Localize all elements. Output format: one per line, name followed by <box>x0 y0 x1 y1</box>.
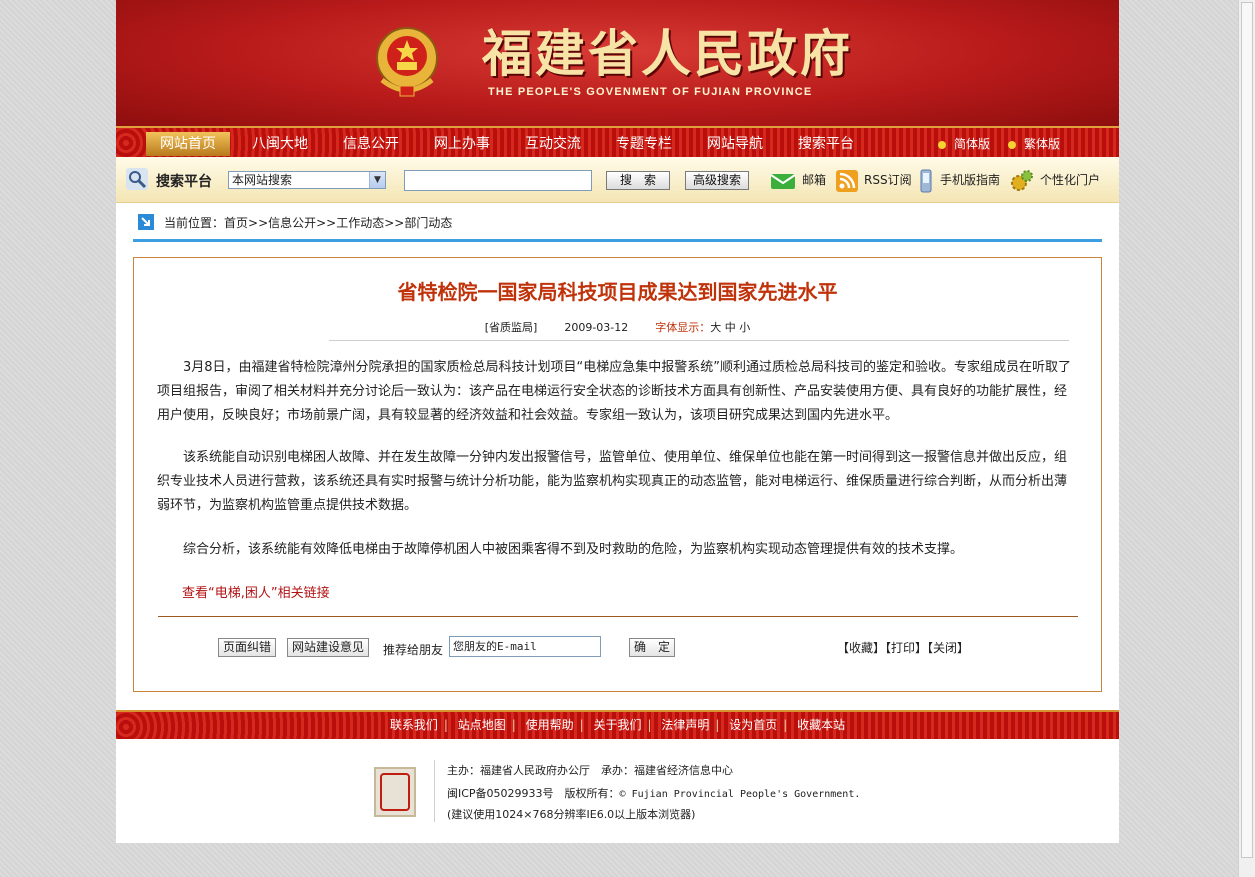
search-label: 搜索平台 <box>156 174 212 190</box>
email-field[interactable]: 您朋友的E-mail <box>449 636 601 657</box>
magnifier-icon <box>126 168 148 190</box>
article-box: 省特检院一国家局科技项目成果达到国家先进水平 [省质监局] 2009-03-12… <box>133 257 1102 692</box>
breadcrumb-label: 当前位置： <box>164 216 225 230</box>
lang-traditional-link[interactable]: 繁体版 <box>1008 132 1060 156</box>
footer-link-legal[interactable]: 法律声明 <box>661 718 709 732</box>
footer-link-contact[interactable]: 联系我们 <box>390 718 438 732</box>
search-button[interactable]: 搜 索 <box>606 171 670 190</box>
article-meta: [省质监局] 2009-03-12 字体显示：大 中 小 <box>134 319 1101 335</box>
advanced-search-button[interactable]: 高级搜索 <box>685 171 749 190</box>
footer-divider <box>434 760 435 822</box>
article-paragraph: 综合分析，该系统能有效降低电梯由于故障停机困人中被困乘客得不到及时救助的危险，为… <box>183 542 964 557</box>
font-size-small[interactable]: 小 <box>739 321 750 334</box>
article-divider <box>158 616 1078 617</box>
site-title: 福建省人民政府 <box>482 24 853 83</box>
mobile-guide-link[interactable]: 手机版指南 <box>918 168 1000 192</box>
search-input[interactable] <box>404 170 592 191</box>
mobile-guide-label: 手机版指南 <box>940 173 1001 187</box>
nav-item-home[interactable]: 网站首页 <box>146 132 230 156</box>
header-banner: 福建省人民政府 THE PEOPLE'S GOVENMENT OF FUJIAN… <box>116 0 1119 126</box>
rss-icon <box>836 169 858 192</box>
footer-icp: 闽ICP备05029933号 版权所有： <box>447 787 620 800</box>
nav-item-info[interactable]: 信息公开 <box>331 132 411 156</box>
footer-copyright-en: © Fujian Provincial People's Government. <box>619 789 861 800</box>
lang-traditional-label: 繁体版 <box>1024 137 1061 151</box>
nav-item-topics[interactable]: 专题专栏 <box>604 132 684 156</box>
confirm-button[interactable]: 确 定 <box>629 638 675 657</box>
breadcrumb: 当前位置：首页>>信息公开>>工作动态>>部门动态 <box>164 214 452 231</box>
article-date: 2009-03-12 <box>564 321 629 334</box>
related-link[interactable]: 查看“电梯,困人”相关链接 <box>182 582 330 601</box>
bullet-icon <box>1008 140 1016 149</box>
bullet-icon <box>938 140 946 149</box>
seal-border <box>380 773 410 811</box>
breadcrumb-divider <box>133 239 1102 242</box>
font-size-medium[interactable]: 中 <box>725 321 736 334</box>
footer-copyright: 闽ICP备05029933号 版权所有：© Fujian Provincial … <box>447 785 860 801</box>
page-container: 福建省人民政府 THE PEOPLE'S GOVENMENT OF FUJIAN… <box>116 0 1119 843</box>
portal-label: 个性化门户 <box>1040 173 1101 187</box>
site-subtitle: THE PEOPLE'S GOVENMENT OF FUJIAN PROVINC… <box>488 86 813 98</box>
footer-nav: 联系我们 | 站点地图 | 使用帮助 | 关于我们 | 法律声明 | 设为首页 | 收藏本站 <box>116 710 1119 739</box>
footer-link-bookmark[interactable]: 收藏本站 <box>797 718 845 732</box>
mail-link[interactable]: 邮箱 <box>770 168 826 192</box>
font-size-label: 字体显示： <box>655 321 711 334</box>
nav-item-online-service[interactable]: 网上办事 <box>422 132 502 156</box>
recommend-label: 推荐给朋友 <box>383 643 444 657</box>
rss-link[interactable]: RSS订阅 <box>836 168 912 192</box>
article-paragraph: 该系统能自动识别电梯困人故障、并在发生故障一分钟内发出报警信号，监管单位、使用单… <box>157 450 1068 513</box>
feedback-button[interactable]: 网站建设意见 <box>287 638 370 657</box>
page-error-button[interactable]: 页面纠错 <box>218 638 277 657</box>
footer-link-sitemap[interactable]: 站点地图 <box>458 718 506 732</box>
footer-link-homepage[interactable]: 设为首页 <box>729 718 777 732</box>
scrollbar-thumb[interactable] <box>1241 2 1253 858</box>
search-bar: 搜索平台 本网站搜索 ▼ 搜 索 高级搜索 邮箱 RSS订阅 手机版指南 个性化… <box>116 157 1119 203</box>
mobile-phone-icon <box>920 169 932 192</box>
arrow-icon <box>138 214 154 230</box>
footer-host: 主办：福建省人民政府办公厅 承办：福建省经济信息中心 <box>447 764 733 777</box>
meta-divider <box>329 340 1069 341</box>
main-nav: 网站首页 八闽大地 信息公开 网上办事 互动交流 专题专栏 网站导航 搜索平台 … <box>116 126 1119 157</box>
article-source: [省质监局] <box>484 321 538 334</box>
font-size-large[interactable]: 大 <box>710 321 721 334</box>
nav-item-sitemap[interactable]: 网站导航 <box>695 132 775 156</box>
article-actions[interactable]: 【收藏】【打印】【关闭】 <box>837 639 969 656</box>
footer-link-help[interactable]: 使用帮助 <box>526 718 574 732</box>
article-paragraph: 3月8日，由福建省特检院漳州分院承担的国家质检总局科技计划项目“电梯应急集中报警… <box>157 360 1072 423</box>
breadcrumb-path[interactable]: 首页>>信息公开>>工作动态>>部门动态 <box>224 216 452 230</box>
chevron-down-icon[interactable]: ▼ <box>369 172 385 188</box>
nav-item-search[interactable]: 搜索平台 <box>786 132 866 156</box>
search-scope-value: 本网站搜索 <box>232 173 293 187</box>
article-title: 省特检院一国家局科技项目成果达到国家先进水平 <box>397 280 838 304</box>
fujian-seal-logo <box>374 767 416 817</box>
lang-simplified-link[interactable]: 简体版 <box>938 132 990 156</box>
footer-link-about[interactable]: 关于我们 <box>593 718 641 732</box>
lang-simplified-label: 简体版 <box>954 137 991 151</box>
mail-label: 邮箱 <box>802 173 827 187</box>
nav-item-interaction[interactable]: 互动交流 <box>513 132 593 156</box>
search-scope-select[interactable]: 本网站搜索 ▼ <box>228 171 386 189</box>
vertical-scrollbar[interactable] <box>1238 0 1255 877</box>
nav-item-bamin[interactable]: 八闽大地 <box>240 132 320 156</box>
national-emblem-icon <box>376 27 438 97</box>
mail-icon <box>770 173 796 189</box>
footer-browser-note: (建议使用1024×768分辨率IE6.0以上版本浏览器) <box>447 808 696 821</box>
portal-link[interactable]: 个性化门户 <box>1010 168 1100 192</box>
gear-icon <box>1011 169 1033 191</box>
rss-label: RSS订阅 <box>864 173 912 187</box>
